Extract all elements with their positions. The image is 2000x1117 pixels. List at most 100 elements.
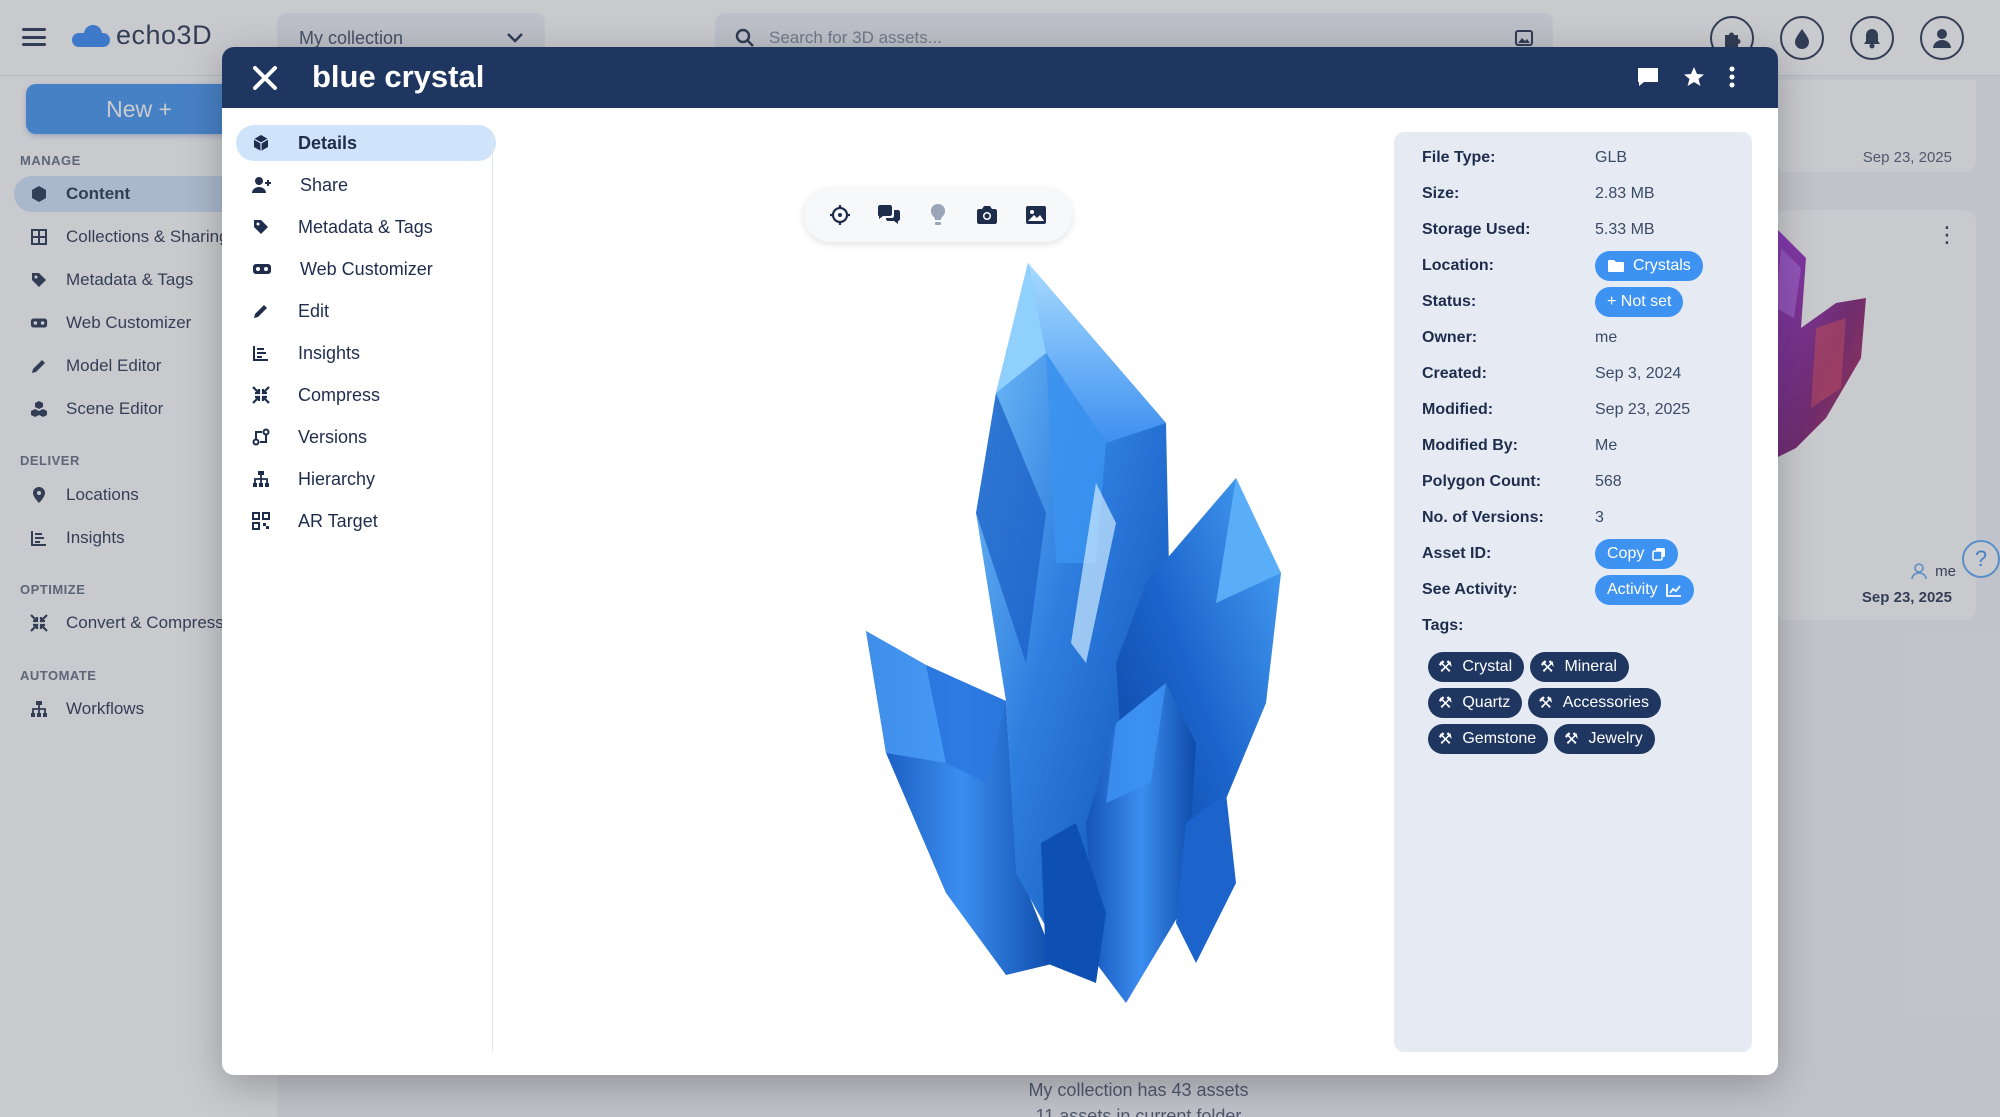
detail-label: No. of Versions: — [1422, 509, 1544, 526]
detail-label: Owner: — [1422, 329, 1478, 346]
detail-owner: Owner: me — [1422, 326, 1617, 350]
tag-chip[interactable]: ⚒ Crystal — [1428, 652, 1525, 682]
versions-icon — [252, 428, 270, 446]
folder-icon — [1608, 260, 1624, 272]
tab-label: Share — [300, 174, 349, 195]
detail-tags: Tags: — [1422, 614, 1595, 638]
detail-value: 568 — [1595, 473, 1622, 490]
detail-value: 5.33 MB — [1595, 221, 1655, 238]
cube-icon — [253, 135, 269, 151]
tag-label: Accessories — [1562, 694, 1649, 711]
detail-label: File Type: — [1422, 149, 1496, 166]
detail-location: Location: Crystals — [1422, 251, 1703, 281]
detail-label: Created: — [1422, 365, 1487, 382]
tab-label: Details — [298, 132, 358, 153]
tab-compress[interactable]: Compress — [236, 377, 496, 413]
tags-list: ⚒ Crystal ⚒ Mineral ⚒ Quartz ⚒ Accessories ⚒… — [1428, 652, 1728, 754]
detail-asset-id: Asset ID: Copy — [1422, 539, 1679, 569]
user-plus-icon — [252, 177, 271, 193]
copy-label: Copy — [1607, 545, 1645, 562]
vr-headset-icon — [253, 264, 271, 274]
tag-chip[interactable]: ⚒ Gemstone — [1428, 724, 1549, 754]
detail-size: Size: 2.83 MB — [1422, 182, 1655, 206]
copy-asset-id-button[interactable]: Copy — [1595, 539, 1679, 569]
tab-label: AR Target — [298, 510, 378, 531]
detail-label: Storage Used: — [1422, 221, 1531, 238]
compress-icon — [252, 386, 270, 404]
location-value: Crystals — [1633, 257, 1691, 274]
tag-label: Crystal — [1462, 658, 1513, 675]
magic-wand-icon: ⚒ — [1438, 659, 1453, 676]
tag-label: Jewelry — [1588, 730, 1643, 747]
detail-value: GLB — [1595, 149, 1628, 166]
activity-button[interactable]: Activity — [1595, 575, 1694, 605]
tag-icon — [254, 220, 268, 234]
tab-share[interactable]: Share — [236, 167, 496, 203]
magic-wand-icon: ⚒ — [1438, 731, 1453, 748]
crosshair-icon[interactable] — [825, 200, 855, 230]
modal-nav: Details Share Metadata & Tags Web Custom… — [236, 125, 496, 545]
tag-chip[interactable]: ⚒ Accessories — [1528, 688, 1661, 718]
tab-edit[interactable]: Edit — [236, 293, 496, 329]
close-icon[interactable] — [250, 63, 280, 93]
blue-crystal-model — [866, 263, 1281, 1003]
detail-value: Me — [1595, 437, 1618, 454]
magic-wand-icon: ⚒ — [1438, 695, 1453, 712]
magic-wand-icon: ⚒ — [1540, 659, 1555, 676]
modal-title: blue crystal — [312, 59, 485, 94]
detail-label: Status: — [1422, 293, 1477, 310]
more-options-icon[interactable] — [1728, 66, 1736, 88]
tab-label: Edit — [298, 300, 330, 321]
tag-label: Gemstone — [1462, 730, 1537, 747]
detail-label: Tags: — [1422, 617, 1464, 634]
viewer-toolbar — [804, 188, 1072, 242]
detail-label: Polygon Count: — [1422, 473, 1542, 490]
location-button[interactable]: Crystals — [1595, 251, 1703, 281]
star-icon[interactable] — [1682, 65, 1706, 89]
detail-label: Modified By: — [1422, 437, 1518, 454]
image-icon[interactable] — [1021, 200, 1051, 230]
tab-label: Metadata & Tags — [298, 216, 433, 237]
detail-label: Size: — [1422, 185, 1460, 202]
lightbulb-icon[interactable] — [923, 200, 953, 230]
header-actions — [1636, 65, 1736, 89]
detail-value: Sep 3, 2024 — [1595, 365, 1682, 382]
magic-wand-icon: ⚒ — [1564, 731, 1579, 748]
detail-label: Modified: — [1422, 401, 1494, 418]
detail-label: Asset ID: — [1422, 545, 1492, 562]
tab-label: Insights — [298, 342, 361, 363]
tag-chip[interactable]: ⚒ Mineral — [1530, 652, 1629, 682]
tab-label: Versions — [298, 426, 368, 447]
tag-chip[interactable]: ⚒ Jewelry — [1554, 724, 1655, 754]
comments-icon[interactable] — [874, 200, 904, 230]
modal-header: blue crystal — [222, 47, 1778, 108]
detail-value: Sep 23, 2025 — [1595, 401, 1691, 418]
tab-hierarchy[interactable]: Hierarchy — [236, 461, 496, 497]
detail-value: 2.83 MB — [1595, 185, 1655, 202]
tab-insights[interactable]: Insights — [236, 335, 496, 371]
tab-versions[interactable]: Versions — [236, 419, 496, 455]
tab-label: Compress — [298, 384, 381, 405]
tab-details[interactable]: Details — [236, 125, 496, 161]
magic-wand-icon: ⚒ — [1538, 695, 1553, 712]
line-chart-icon — [1665, 584, 1681, 597]
sitemap-icon — [253, 471, 269, 487]
detail-label: See Activity: — [1422, 581, 1518, 598]
detail-modified: Modified: Sep 23, 2025 — [1422, 398, 1690, 422]
status-button[interactable]: + Not set — [1595, 287, 1684, 317]
tag-chip[interactable]: ⚒ Quartz — [1428, 688, 1523, 718]
tab-ar-target[interactable]: AR Target — [236, 503, 496, 539]
tab-label: Web Customizer — [300, 258, 433, 279]
detail-created: Created: Sep 3, 2024 — [1422, 362, 1681, 386]
comment-icon[interactable] — [1636, 66, 1660, 88]
detail-activity: See Activity: Activity — [1422, 575, 1694, 605]
detail-label: Location: — [1422, 257, 1494, 274]
detail-value: 3 — [1595, 509, 1604, 526]
camera-icon[interactable] — [972, 200, 1002, 230]
detail-versions: No. of Versions: 3 — [1422, 506, 1604, 530]
tag-label: Mineral — [1564, 658, 1617, 675]
detail-value: me — [1595, 329, 1618, 346]
tag-label: Quartz — [1462, 694, 1511, 711]
tab-web-customizer[interactable]: Web Customizer — [236, 251, 496, 287]
tab-metadata-tags[interactable]: Metadata & Tags — [236, 209, 496, 245]
